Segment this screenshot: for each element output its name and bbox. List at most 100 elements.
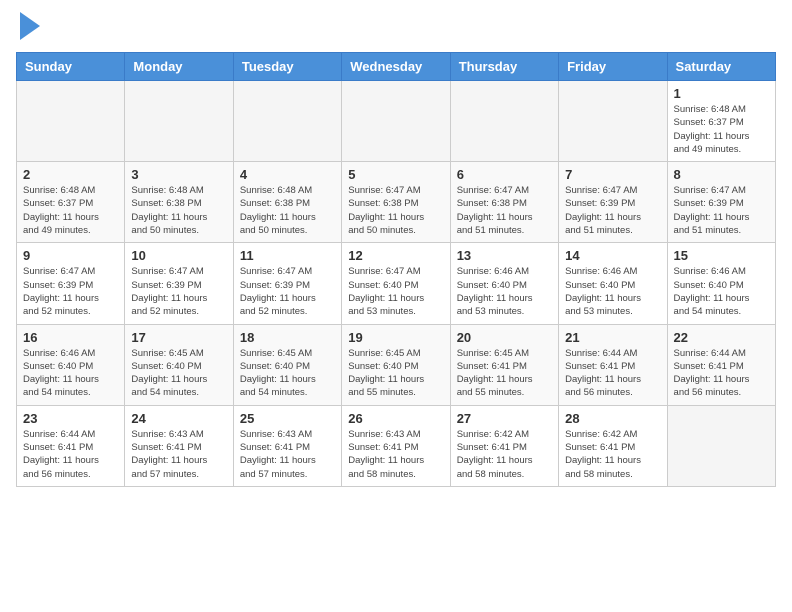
weekday-header-thursday: Thursday [450,53,558,81]
day-number: 5 [348,167,443,182]
calendar-week-2: 9 Sunrise: 6:47 AM Sunset: 6:39 PM Daylig… [17,243,776,324]
day-info: Sunrise: 6:44 AM Sunset: 6:41 PM Dayligh… [674,347,769,400]
day-number: 23 [23,411,118,426]
day-info: Sunrise: 6:48 AM Sunset: 6:37 PM Dayligh… [674,103,769,156]
calendar-week-3: 16 Sunrise: 6:46 AM Sunset: 6:40 PM Dayli… [17,324,776,405]
calendar-cell: 7 Sunrise: 6:47 AM Sunset: 6:39 PM Daylig… [559,162,667,243]
calendar-cell: 21 Sunrise: 6:44 AM Sunset: 6:41 PM Dayli… [559,324,667,405]
day-number: 1 [674,86,769,101]
day-number: 24 [131,411,226,426]
day-number: 25 [240,411,335,426]
calendar-cell: 11Sunrise: 6:47 AM Sunset: 6:39 PM Dayli… [233,243,341,324]
day-number: 22 [674,330,769,345]
day-number: 21 [565,330,660,345]
day-info: Sunrise: 6:45 AM Sunset: 6:40 PM Dayligh… [131,347,226,400]
calendar-header: SundayMondayTuesdayWednesdayThursdayFrid… [17,53,776,81]
logo [16,16,40,40]
calendar-cell: 2Sunrise: 6:48 AM Sunset: 6:37 PM Daylig… [17,162,125,243]
day-number: 9 [23,248,118,263]
calendar-cell [125,81,233,162]
calendar-cell: 28 Sunrise: 6:42 AM Sunset: 6:41 PM Dayli… [559,405,667,486]
calendar-cell: 13 Sunrise: 6:46 AM Sunset: 6:40 PM Dayli… [450,243,558,324]
day-info: Sunrise: 6:48 AM Sunset: 6:38 PM Dayligh… [240,184,335,237]
day-info: Sunrise: 6:47 AM Sunset: 6:40 PM Dayligh… [348,265,443,318]
calendar-cell: 18 Sunrise: 6:45 AM Sunset: 6:40 PM Dayli… [233,324,341,405]
day-info: Sunrise: 6:47 AM Sunset: 6:38 PM Dayligh… [348,184,443,237]
day-info: Sunrise: 6:47 AM Sunset: 6:39 PM Dayligh… [240,265,335,318]
day-info: Sunrise: 6:47 AM Sunset: 6:39 PM Dayligh… [23,265,118,318]
calendar-cell: 17 Sunrise: 6:45 AM Sunset: 6:40 PM Dayli… [125,324,233,405]
calendar-cell: 14 Sunrise: 6:46 AM Sunset: 6:40 PM Dayli… [559,243,667,324]
day-number: 2 [23,167,118,182]
day-info: Sunrise: 6:43 AM Sunset: 6:41 PM Dayligh… [348,428,443,481]
day-number: 8 [674,167,769,182]
day-number: 27 [457,411,552,426]
calendar-week-1: 2Sunrise: 6:48 AM Sunset: 6:37 PM Daylig… [17,162,776,243]
day-number: 13 [457,248,552,263]
day-number: 7 [565,167,660,182]
weekday-header-sunday: Sunday [17,53,125,81]
calendar-cell: 5 Sunrise: 6:47 AM Sunset: 6:38 PM Daylig… [342,162,450,243]
day-info: Sunrise: 6:46 AM Sunset: 6:40 PM Dayligh… [23,347,118,400]
day-number: 4 [240,167,335,182]
calendar-cell [667,405,775,486]
day-info: Sunrise: 6:47 AM Sunset: 6:39 PM Dayligh… [565,184,660,237]
weekday-header-row: SundayMondayTuesdayWednesdayThursdayFrid… [17,53,776,81]
day-info: Sunrise: 6:46 AM Sunset: 6:40 PM Dayligh… [457,265,552,318]
calendar-cell: 6 Sunrise: 6:47 AM Sunset: 6:38 PM Daylig… [450,162,558,243]
day-number: 14 [565,248,660,263]
calendar-week-4: 23 Sunrise: 6:44 AM Sunset: 6:41 PM Dayli… [17,405,776,486]
day-number: 19 [348,330,443,345]
calendar-cell [559,81,667,162]
calendar-cell: 16 Sunrise: 6:46 AM Sunset: 6:40 PM Dayli… [17,324,125,405]
calendar-cell: 4 Sunrise: 6:48 AM Sunset: 6:38 PM Daylig… [233,162,341,243]
header [16,16,776,40]
day-info: Sunrise: 6:44 AM Sunset: 6:41 PM Dayligh… [23,428,118,481]
day-info: Sunrise: 6:46 AM Sunset: 6:40 PM Dayligh… [565,265,660,318]
day-number: 17 [131,330,226,345]
day-info: Sunrise: 6:42 AM Sunset: 6:41 PM Dayligh… [457,428,552,481]
day-number: 6 [457,167,552,182]
calendar-cell [450,81,558,162]
calendar-cell: 26Sunrise: 6:43 AM Sunset: 6:41 PM Dayli… [342,405,450,486]
calendar-week-0: 1 Sunrise: 6:48 AM Sunset: 6:37 PM Daylig… [17,81,776,162]
day-info: Sunrise: 6:43 AM Sunset: 6:41 PM Dayligh… [131,428,226,481]
calendar-cell [342,81,450,162]
calendar-cell: 9 Sunrise: 6:47 AM Sunset: 6:39 PM Daylig… [17,243,125,324]
day-number: 20 [457,330,552,345]
day-number: 28 [565,411,660,426]
calendar-cell: 27 Sunrise: 6:42 AM Sunset: 6:41 PM Dayli… [450,405,558,486]
day-info: Sunrise: 6:48 AM Sunset: 6:38 PM Dayligh… [131,184,226,237]
calendar-body: 1 Sunrise: 6:48 AM Sunset: 6:37 PM Daylig… [17,81,776,487]
calendar-cell [233,81,341,162]
calendar-cell [17,81,125,162]
calendar-cell: 3 Sunrise: 6:48 AM Sunset: 6:38 PM Daylig… [125,162,233,243]
calendar-cell: 23 Sunrise: 6:44 AM Sunset: 6:41 PM Dayli… [17,405,125,486]
day-number: 16 [23,330,118,345]
day-info: Sunrise: 6:47 AM Sunset: 6:39 PM Dayligh… [131,265,226,318]
day-info: Sunrise: 6:45 AM Sunset: 6:40 PM Dayligh… [348,347,443,400]
calendar-table: SundayMondayTuesdayWednesdayThursdayFrid… [16,52,776,487]
day-info: Sunrise: 6:45 AM Sunset: 6:40 PM Dayligh… [240,347,335,400]
logo-arrow-icon [20,12,40,40]
day-number: 10 [131,248,226,263]
weekday-header-friday: Friday [559,53,667,81]
day-info: Sunrise: 6:43 AM Sunset: 6:41 PM Dayligh… [240,428,335,481]
calendar-cell: 1 Sunrise: 6:48 AM Sunset: 6:37 PM Daylig… [667,81,775,162]
day-info: Sunrise: 6:47 AM Sunset: 6:38 PM Dayligh… [457,184,552,237]
page: SundayMondayTuesdayWednesdayThursdayFrid… [0,0,792,503]
calendar-cell: 8Sunrise: 6:47 AM Sunset: 6:39 PM Daylig… [667,162,775,243]
weekday-header-tuesday: Tuesday [233,53,341,81]
day-number: 12 [348,248,443,263]
calendar-cell: 15Sunrise: 6:46 AM Sunset: 6:40 PM Dayli… [667,243,775,324]
day-info: Sunrise: 6:44 AM Sunset: 6:41 PM Dayligh… [565,347,660,400]
calendar-cell: 25 Sunrise: 6:43 AM Sunset: 6:41 PM Dayli… [233,405,341,486]
calendar-cell: 22 Sunrise: 6:44 AM Sunset: 6:41 PM Dayli… [667,324,775,405]
day-number: 3 [131,167,226,182]
weekday-header-wednesday: Wednesday [342,53,450,81]
day-number: 18 [240,330,335,345]
day-info: Sunrise: 6:42 AM Sunset: 6:41 PM Dayligh… [565,428,660,481]
weekday-header-saturday: Saturday [667,53,775,81]
calendar-cell: 24 Sunrise: 6:43 AM Sunset: 6:41 PM Dayli… [125,405,233,486]
calendar-cell: 20Sunrise: 6:45 AM Sunset: 6:41 PM Dayli… [450,324,558,405]
